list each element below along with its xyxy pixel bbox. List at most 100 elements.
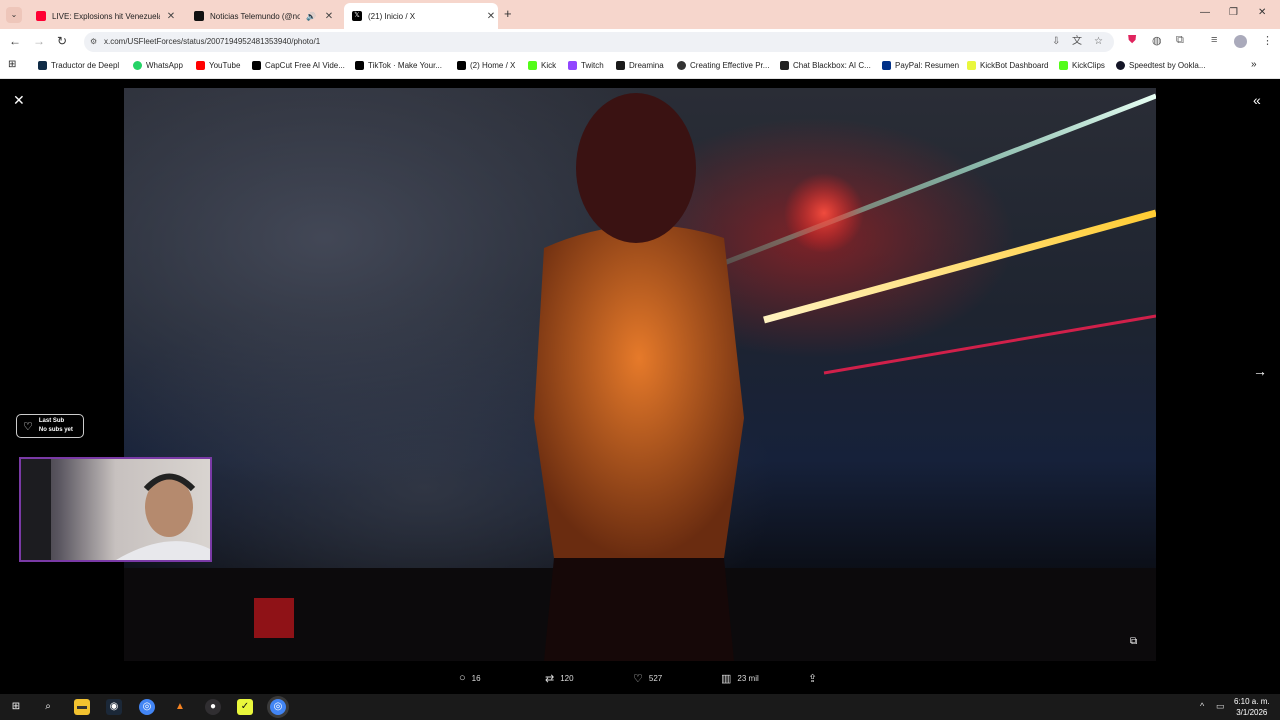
paypal-icon (882, 61, 891, 70)
back-button[interactable]: ← (9, 34, 21, 48)
close-tab-icon[interactable]: ✕ (322, 11, 336, 22)
reply-action[interactable]: ○ 16 (459, 670, 481, 686)
bookmark-youtube[interactable]: YouTube (196, 61, 240, 70)
tracer-glow (784, 173, 864, 253)
tab-title: (21) Inicio / X (368, 11, 416, 21)
translate-icon[interactable]: 文 (1072, 32, 1082, 52)
bookmark-speedtest[interactable]: Speedtest by Ookla... (1116, 61, 1206, 70)
bookmark-star-icon[interactable]: ☆ (1094, 32, 1103, 52)
obs-icon[interactable]: ● (205, 699, 221, 715)
search-icon[interactable]: ⌕ (40, 699, 56, 715)
deepl-icon (38, 61, 47, 70)
close-tab-icon[interactable]: ✕ (484, 11, 498, 22)
bookmark-paypal[interactable]: PayPal: Resumen (882, 61, 959, 70)
tab-title: LIVE: Explosions hit Venezuela's (52, 11, 160, 21)
tab-tiktok-telemundo[interactable]: Noticias Telemundo (@noti 🔊 ✕ (186, 3, 336, 29)
kick-icon (528, 61, 537, 70)
tab-x-inicio[interactable]: 𝕏 (21) Inicio / X ✕ (344, 3, 498, 29)
profile-avatar[interactable] (1234, 35, 1247, 48)
tab-strip: ⌄ LIVE: Explosions hit Venezuela's ✕ Not… (0, 0, 1280, 29)
head-shape (576, 93, 696, 243)
views-action[interactable]: ▥ 23 mil (721, 670, 759, 686)
chrome-active-icon[interactable]: ◎ (270, 699, 286, 715)
speedtest-icon (1116, 61, 1125, 70)
x-logo-icon (457, 61, 466, 70)
extension-badge-icon[interactable]: ◍ (1152, 34, 1162, 47)
new-tab-button[interactable]: + (504, 6, 512, 21)
twitch-icon (568, 61, 577, 70)
next-photo-arrow-icon[interactable]: → (1253, 363, 1267, 379)
bookmark-twitch[interactable]: Twitch (568, 61, 604, 70)
tab-youtube-live[interactable]: LIVE: Explosions hit Venezuela's ✕ (28, 3, 178, 29)
view-count: 23 mil (737, 673, 759, 683)
steam-icon[interactable]: ◉ (106, 699, 122, 715)
apps-grid-icon[interactable]: ⊞ (8, 59, 16, 70)
bookmark-kick[interactable]: Kick (528, 61, 556, 70)
tiktok-icon (355, 61, 364, 70)
repost-action[interactable]: ⇄ 120 (545, 670, 574, 686)
extensions-puzzle-icon[interactable]: ⧉ (1176, 34, 1184, 47)
repost-count: 120 (560, 673, 574, 683)
last-sub-title: Last Sub (38, 418, 65, 424)
tweet-photo[interactable] (124, 88, 1156, 661)
youtube-icon (36, 11, 46, 21)
blackbox-icon (780, 61, 789, 70)
tiktok-icon (194, 11, 204, 21)
image-options-icon[interactable]: ⧉ (1130, 636, 1137, 647)
bookmark-kickclips[interactable]: KickClips (1059, 61, 1105, 70)
reply-icon: ○ (459, 672, 466, 684)
system-clock[interactable]: 6:10 a. m. 3/1/2026 (1234, 696, 1270, 718)
bookmark-kickbot[interactable]: KickBot Dashboard (967, 61, 1048, 70)
bookmark-whatsapp[interactable]: WhatsApp (133, 61, 183, 70)
bookmark-creating-effective[interactable]: Creating Effective Pr... (677, 61, 769, 70)
reload-button[interactable]: ↻ (57, 34, 67, 48)
bookmark-deepl[interactable]: Traductor de Deepl (38, 61, 119, 70)
minimize-button[interactable]: — (1200, 7, 1210, 18)
share-action[interactable]: ⇪ (808, 670, 823, 686)
restore-button[interactable]: ❐ (1229, 7, 1238, 18)
file-explorer-icon[interactable]: ▬ (74, 699, 90, 715)
kickclips-icon (1059, 61, 1068, 70)
webcam-overlay (19, 457, 212, 562)
tray-chevron-icon[interactable]: ^ (1200, 701, 1204, 711)
bookmark-x-home[interactable]: (2) Home / X (457, 61, 515, 70)
windows-start-icon[interactable]: ⊞ (8, 699, 24, 715)
like-action[interactable]: ♡ 527 (633, 670, 662, 686)
windows-taskbar: ⊞ ⌕ ▬ ◉ ◎ ▲ ● ✓ ◎ ^ ▭ 6:10 a. m. 3/1/202… (0, 694, 1280, 720)
chrome-icon[interactable]: ◎ (139, 699, 155, 715)
menu-icon[interactable]: ⋮ (1262, 34, 1273, 47)
kickbot-taskbar-icon[interactable]: ✓ (237, 699, 253, 715)
repost-icon: ⇄ (545, 672, 555, 685)
speaker-icon[interactable]: 🔊 (304, 12, 318, 21)
extension-shield-icon[interactable]: ⛊ (1128, 34, 1136, 47)
vlc-icon[interactable]: ▲ (172, 699, 188, 715)
url-text: x.com/USFleetForces/status/2007194952481… (104, 37, 321, 46)
address-bar[interactable]: ⚙ x.com/USFleetForces/status/20071949524… (84, 32, 1114, 52)
share-icon: ⇪ (808, 672, 818, 685)
deck-equipment-shape (254, 598, 294, 638)
last-sub-widget: ♡ Last Sub No subs yet (16, 414, 84, 438)
close-window-button[interactable]: ✕ (1258, 7, 1266, 18)
like-count: 527 (648, 673, 663, 683)
close-viewer-button[interactable]: ✕ (13, 92, 25, 109)
openai-icon (677, 61, 686, 70)
install-app-icon[interactable]: ⇩ (1052, 32, 1060, 52)
tab-search-dropdown-icon[interactable]: ⌄ (6, 7, 22, 23)
clock-date: 3/1/2026 (1236, 708, 1268, 717)
clock-time: 6:10 a. m. (1234, 697, 1270, 706)
reply-count: 16 (471, 673, 481, 683)
more-bookmarks-icon[interactable]: » (1251, 59, 1257, 70)
site-info-icon[interactable]: ⚙ (90, 32, 97, 52)
photo-viewer: ✕ « → ⧉ ○ 16 ⇄ 120 ♡ 527 ▥ 23 mil ⇪ ♡ La… (0, 80, 1280, 694)
bookmark-dreamina[interactable]: Dreamina (616, 61, 664, 70)
capcut-icon (252, 61, 261, 70)
network-icon[interactable]: ▭ (1216, 701, 1225, 712)
media-control-icon[interactable]: ≡ (1211, 34, 1217, 46)
close-tab-icon[interactable]: ✕ (164, 11, 178, 22)
bookmark-blackbox[interactable]: Chat Blackbox: AI C... (780, 61, 871, 70)
bookmark-tiktok[interactable]: TikTok · Make Your... (355, 61, 442, 70)
collapse-sidebar-icon[interactable]: « (1253, 92, 1261, 108)
youtube-icon (196, 61, 205, 70)
forward-button[interactable]: → (33, 34, 45, 48)
bookmark-capcut[interactable]: CapCut Free AI Vide... (252, 61, 345, 70)
